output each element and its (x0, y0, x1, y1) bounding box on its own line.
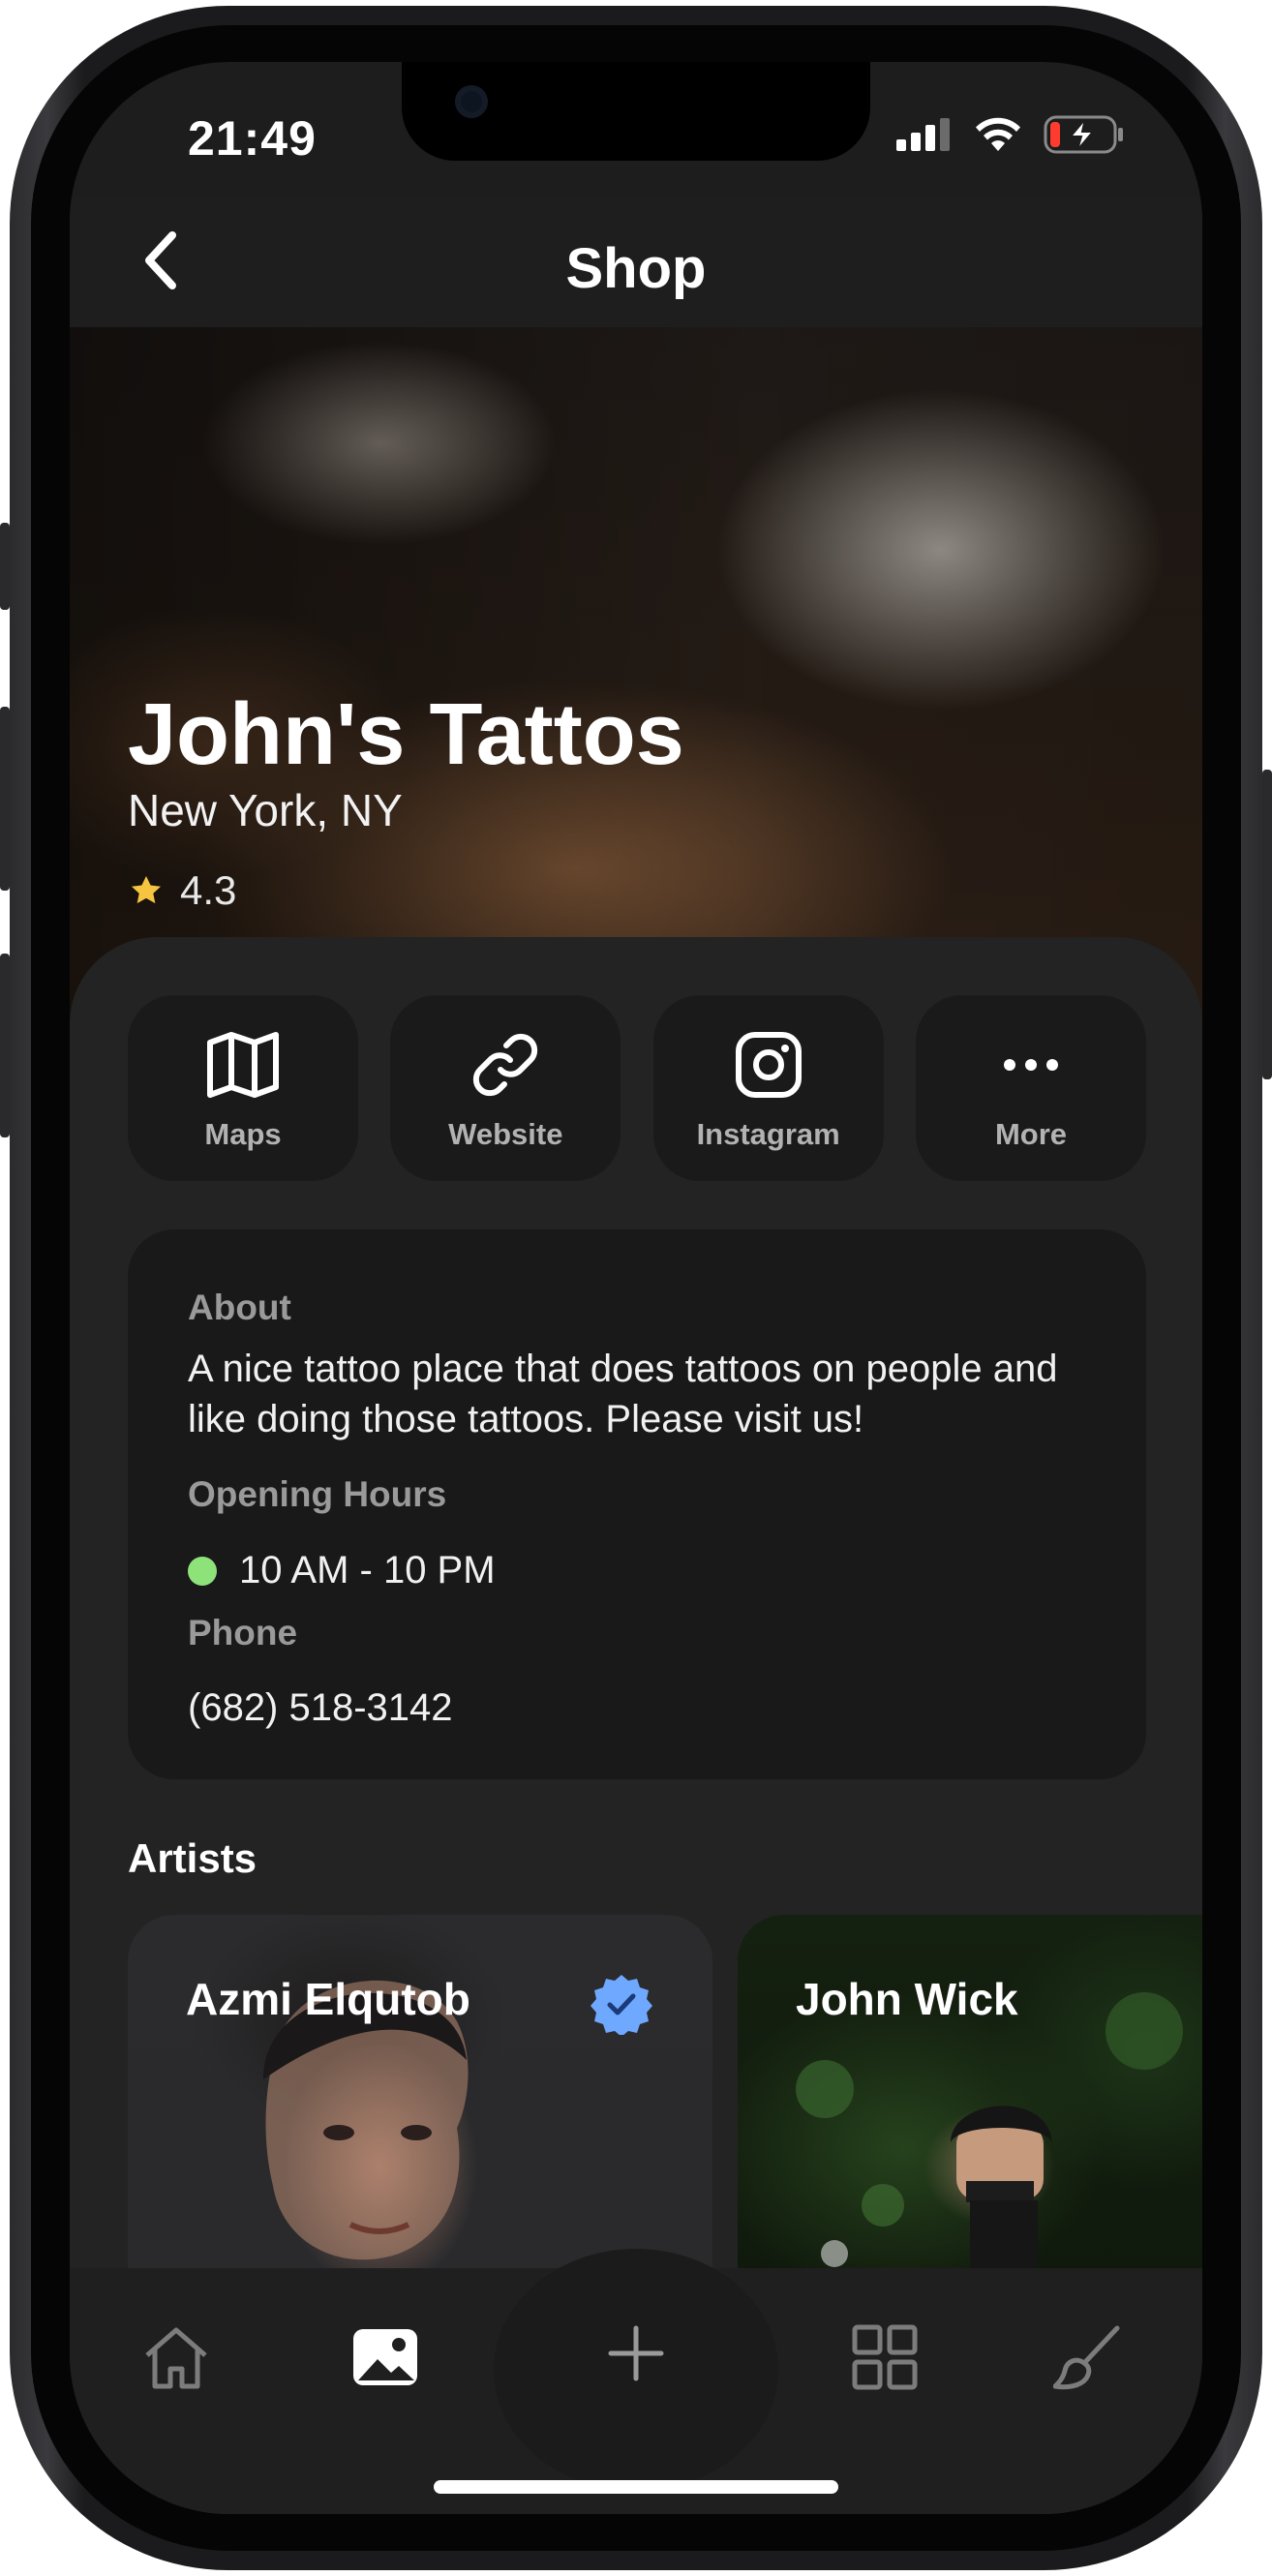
hero-image: John's Tattos New York, NY 4.3 (70, 327, 1202, 1024)
website-label: Website (448, 1117, 563, 1151)
more-label: More (994, 1117, 1068, 1151)
gallery-icon (353, 2329, 417, 2385)
rating-value: 4.3 (180, 867, 237, 913)
app-screen: John's Tattos New York, NY 4.3 21:49 Sho… (70, 62, 1202, 2514)
shop-info-card: About A nice tattoo place that does tatt… (128, 1229, 1146, 1779)
volume-up-button (0, 707, 10, 891)
opening-hours-value: 10 AM - 10 PM (239, 1549, 496, 1591)
maps-label: Maps (204, 1117, 282, 1151)
cellular-signal-icon (896, 118, 950, 151)
artists-section-title: Artists (128, 1835, 257, 1881)
navigation-bar: Shop (70, 197, 1202, 327)
home-icon (145, 2327, 207, 2389)
opening-hours-heading: Opening Hours (188, 1474, 447, 1514)
tab-home[interactable] (137, 2318, 215, 2396)
open-status-indicator (188, 1557, 217, 1586)
home-indicator (434, 2480, 838, 2494)
grid-icon (852, 2324, 918, 2390)
star-icon (131, 875, 162, 904)
phone-number[interactable]: (682) 518-3142 (188, 1682, 1117, 1733)
page-title: Shop (565, 237, 707, 300)
shop-name: John's Tattos (128, 686, 684, 783)
status-bar: 21:49 (70, 62, 1202, 197)
plus-icon (608, 2325, 664, 2381)
about-text: A nice tattoo place that does tattoos on… (188, 1348, 1058, 1440)
about-heading: About (188, 1288, 291, 1327)
shop-rating: 4.3 (128, 867, 236, 914)
status-time: 21:49 (188, 111, 317, 166)
link-icon (473, 1033, 538, 1097)
artist-name: Azmi Elqutob (186, 1974, 470, 2024)
mute-switch (0, 523, 10, 610)
more-button[interactable]: More (915, 995, 1146, 1181)
verified-badge-icon (591, 1975, 652, 2035)
more-icon (1003, 1059, 1058, 1071)
artist-card[interactable]: John Wick (738, 1915, 1202, 2321)
map-icon (207, 1032, 279, 1098)
brush-icon (1053, 2325, 1120, 2390)
shop-location: New York, NY (128, 785, 403, 835)
camera-icon (455, 85, 488, 118)
instagram-label: Instagram (696, 1117, 840, 1151)
website-button[interactable]: Website (390, 995, 621, 1181)
tab-bar (70, 2249, 1202, 2514)
tab-gallery[interactable] (347, 2318, 424, 2396)
instagram-button[interactable]: Instagram (652, 995, 884, 1181)
battery-charging-icon (1044, 115, 1123, 154)
wifi-icon (976, 117, 1020, 151)
tab-create[interactable] (494, 2249, 778, 2491)
tab-artists[interactable] (1049, 2318, 1127, 2396)
maps-button[interactable]: Maps (128, 995, 358, 1181)
phone-heading: Phone (188, 1613, 298, 1652)
volume-down-button (0, 954, 10, 1137)
artist-name: John Wick (796, 1974, 1018, 2024)
instagram-icon (735, 1032, 802, 1098)
tab-grid[interactable] (846, 2318, 924, 2396)
power-button (1262, 770, 1272, 1079)
quick-actions: Maps Website Instagram More (128, 995, 1146, 1181)
